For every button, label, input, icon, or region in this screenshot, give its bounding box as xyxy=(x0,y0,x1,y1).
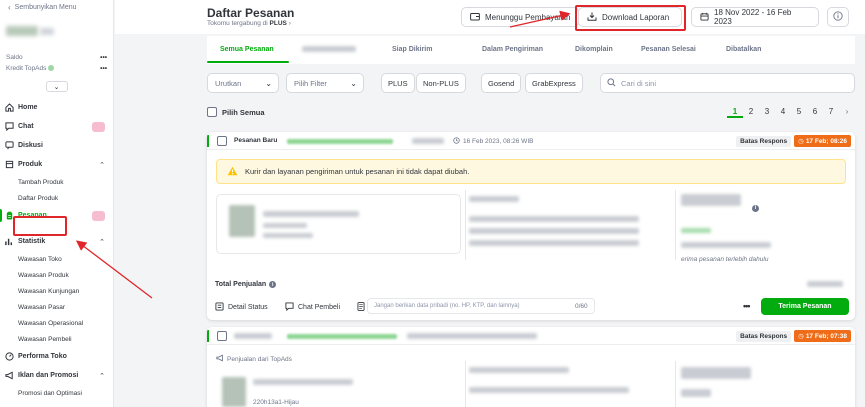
arrow-to-download xyxy=(509,10,571,28)
annotation-arrows xyxy=(75,10,571,299)
arrow-to-pesanan xyxy=(75,240,153,299)
